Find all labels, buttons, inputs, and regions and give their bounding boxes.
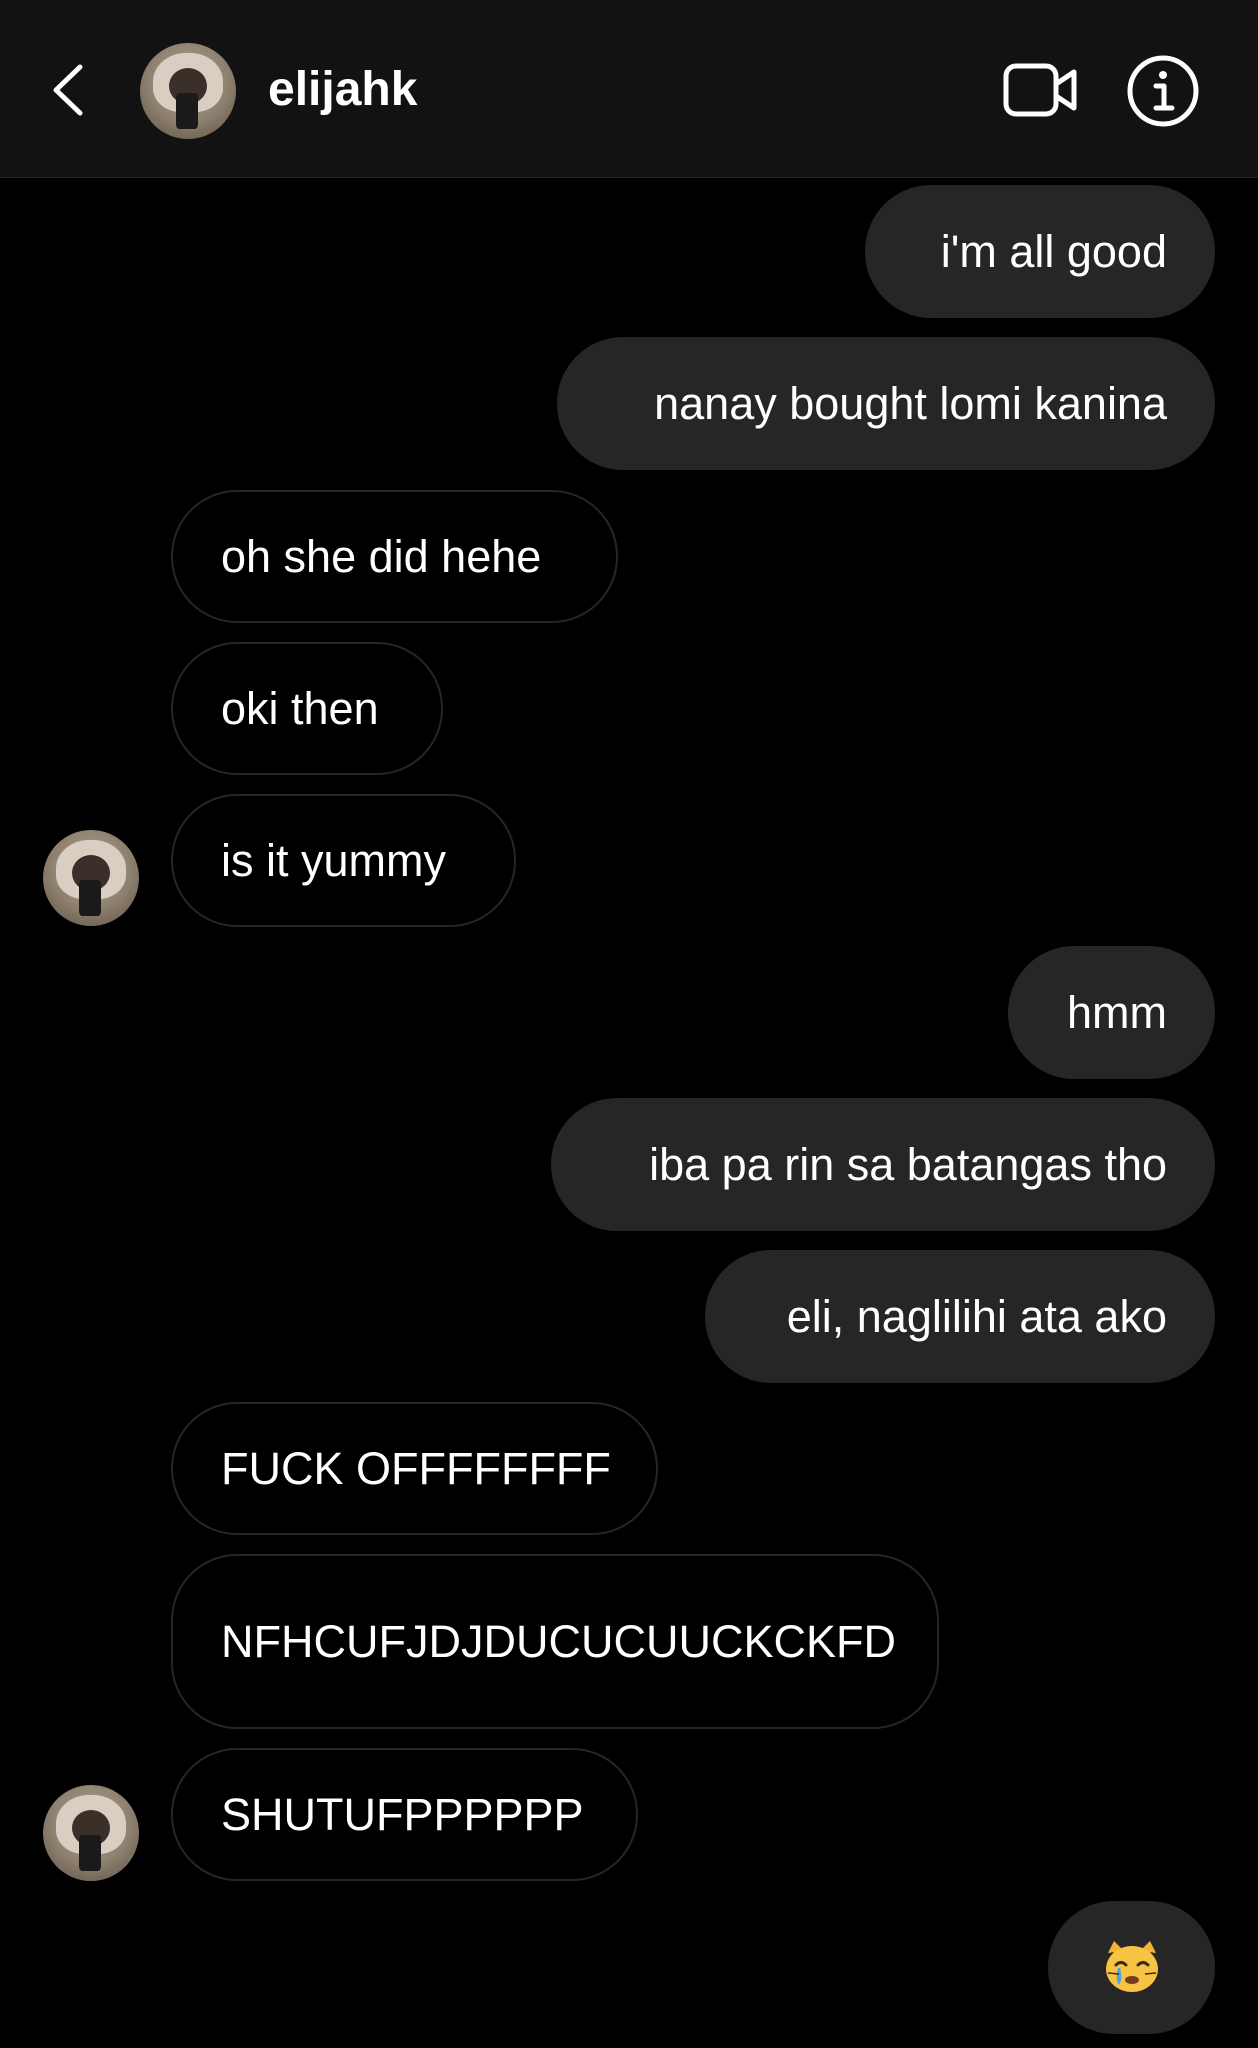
message-text: hmm xyxy=(1067,986,1167,1038)
message-text: oki then xyxy=(221,682,379,734)
video-camera-icon xyxy=(1003,63,1077,117)
message-bubble-outgoing[interactable]: iba pa rin sa batangas tho xyxy=(551,1098,1215,1231)
message-bubble-outgoing[interactable]: i'm all good xyxy=(865,185,1215,318)
crying-cat-face-icon xyxy=(1106,1941,1158,1992)
message-bubble-incoming[interactable]: oh she did hehe xyxy=(171,490,618,623)
message-bubble-emoji[interactable] xyxy=(1048,1901,1215,2034)
contact-username[interactable]: elijahk xyxy=(268,62,417,118)
message-bubble-outgoing[interactable]: nanay bought lomi kanina xyxy=(557,337,1215,470)
message-text: nanay bought lomi kanina xyxy=(654,377,1167,429)
info-icon xyxy=(1127,55,1199,127)
video-call-button[interactable] xyxy=(1000,58,1080,122)
contact-avatar[interactable] xyxy=(140,43,236,139)
chevron-left-icon xyxy=(53,64,83,116)
message-bubble-outgoing[interactable]: eli, naglilihi ata ako xyxy=(705,1250,1215,1383)
message-text: eli, naglilihi ata ako xyxy=(786,1290,1167,1342)
chat-header: elijahk xyxy=(0,0,1258,178)
message-bubble-incoming[interactable]: is it yummy xyxy=(171,794,516,927)
message-text: is it yummy xyxy=(221,834,446,886)
sender-avatar[interactable] xyxy=(43,830,139,926)
sender-avatar[interactable] xyxy=(43,1785,139,1881)
message-text: FUCK OFFFFFFFF xyxy=(221,1442,611,1494)
info-button[interactable] xyxy=(1126,54,1200,128)
message-bubble-incoming[interactable]: oki then xyxy=(171,642,443,775)
message-bubble-incoming[interactable]: SHUTUFPPPPPP xyxy=(171,1748,638,1881)
message-text: SHUTUFPPPPPP xyxy=(221,1788,584,1840)
message-text: NFHCUFJDJDUCUCUUCKCKFD xyxy=(221,1615,896,1667)
back-button[interactable] xyxy=(40,55,100,125)
message-bubble-incoming[interactable]: FUCK OFFFFFFFF xyxy=(171,1402,658,1535)
message-text: oh she did hehe xyxy=(221,530,542,582)
message-bubble-incoming[interactable]: NFHCUFJDJDUCUCUUCKCKFD xyxy=(171,1554,939,1729)
message-text: i'm all good xyxy=(940,225,1167,277)
message-text: iba pa rin sa batangas tho xyxy=(649,1138,1167,1190)
message-bubble-outgoing[interactable]: hmm xyxy=(1008,946,1215,1079)
